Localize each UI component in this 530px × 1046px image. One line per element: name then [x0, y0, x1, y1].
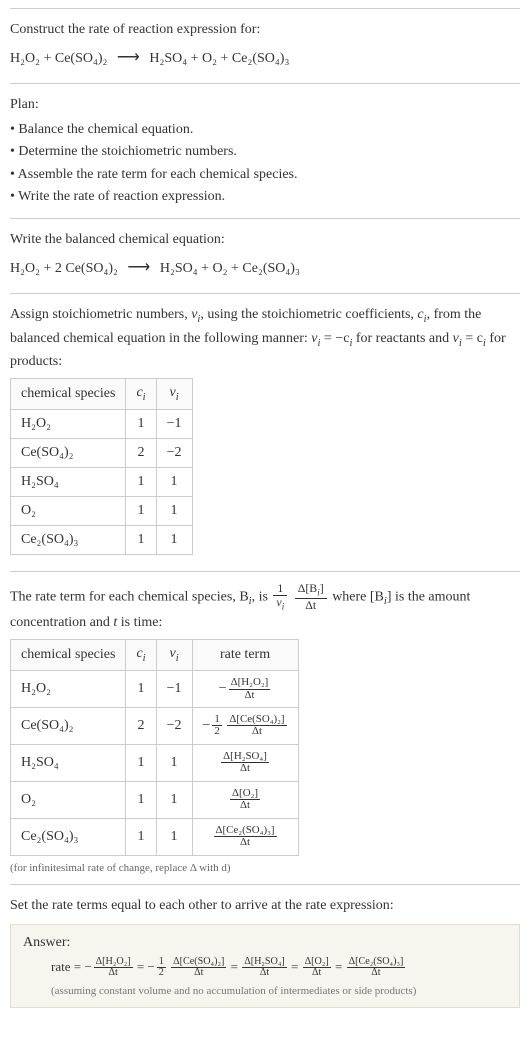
table-row: Ce(SO₄)₂2−2 [11, 439, 193, 468]
prompt-text: Construct the rate of reaction expressio… [10, 19, 520, 40]
fraction: 1 νi [273, 582, 287, 612]
fraction: Δ[H₂O₂]Δt [229, 677, 271, 701]
arrow-icon: ⟶ [117, 44, 140, 73]
table-row: H₂SO₄ 1 1 Δ[H₂SO₄]Δt [11, 744, 299, 781]
plan-item: • Balance the chemical equation. [10, 119, 520, 141]
col-nui: νi [156, 379, 192, 410]
col-species: chemical species [11, 379, 126, 410]
table-note: (for infinitesimal rate of change, repla… [10, 862, 520, 874]
table-row: Ce₂(SO₄)₃11 [11, 526, 193, 555]
stoich-text: Assign stoichiometric numbers, νi, using… [10, 304, 520, 372]
table-row: O₂ 1 1 Δ[O₂]Δt [11, 781, 299, 818]
col-nui: νi [156, 640, 192, 671]
table-row: Ce(SO₄)₂ 2 −2 −12 Δ[Ce(SO₄)₂]Δt [11, 708, 299, 745]
fraction: Δ[Ce₂(SO₄)₃]Δt [214, 825, 277, 849]
balanced-rhs: H₂SO₄ + O₂ + Ce₂(SO₄)₃ [160, 261, 300, 276]
rate-term-text: The rate term for each chemical species,… [10, 582, 520, 633]
col-ci: ci [126, 640, 156, 671]
final-text: Set the rate terms equal to each other t… [10, 895, 520, 916]
table-row: H₂SO₄11 [11, 468, 193, 497]
unbalanced-equation: H₂O₂ + Ce(SO₄)₂ ⟶ H₂SO₄ + O₂ + Ce₂(SO₄)₃ [10, 44, 520, 73]
fraction: Δ[H₂SO₄]Δt [221, 751, 269, 775]
rate-term-table: chemical species ci νi rate term H₂O₂ 1 … [10, 639, 299, 855]
fraction: Δ[Ce(SO₄)₂]Δt [171, 957, 226, 979]
fraction: 12 [157, 957, 166, 979]
fraction: Δ[Ce₂(SO₄)₃]Δt [347, 957, 406, 979]
rate-term-section: The rate term for each chemical species,… [10, 571, 520, 884]
balanced-section: Write the balanced chemical equation: H₂… [10, 218, 520, 293]
col-ci: ci [126, 379, 156, 410]
fraction: Δ[H₂O₂]Δt [94, 957, 133, 979]
balanced-heading: Write the balanced chemical equation: [10, 229, 520, 250]
answer-label: Answer: [23, 935, 507, 951]
plan-item: • Write the rate of reaction expression. [10, 186, 520, 208]
col-rate-term: rate term [192, 640, 298, 671]
table-row: H₂O₂1−1 [11, 410, 193, 439]
fraction: 12 [212, 714, 221, 738]
eq-rhs: H₂SO₄ + O₂ + Ce₂(SO₄)₃ [149, 51, 289, 66]
table-header-row: chemical species ci νi rate term [11, 640, 299, 671]
col-species: chemical species [11, 640, 126, 671]
eq-lhs: H₂O₂ + Ce(SO₄)₂ [10, 51, 107, 66]
rate-expression: rate = −Δ[H₂O₂]Δt = −12 Δ[Ce(SO₄)₂]Δt = … [23, 957, 507, 979]
plan-list: • Balance the chemical equation. • Deter… [10, 119, 520, 209]
final-section: Set the rate terms equal to each other t… [10, 884, 520, 1018]
plan-item: • Assemble the rate term for each chemic… [10, 164, 520, 186]
fraction: Δ[O₂]Δt [230, 788, 260, 812]
plan-heading: Plan: [10, 94, 520, 115]
fraction: Δ[H₂SO₄]Δt [242, 957, 287, 979]
table-row: O₂11 [11, 497, 193, 526]
balanced-equation: H₂O₂ + 2 Ce(SO₄)₂ ⟶ H₂SO₄ + O₂ + Ce₂(SO₄… [10, 254, 520, 283]
table-row: H₂O₂ 1 −1 −Δ[H₂O₂]Δt [11, 671, 299, 708]
fraction: Δ[Ce(SO₄)₂]Δt [227, 714, 286, 738]
stoich-table: chemical species ci νi H₂O₂1−1 Ce(SO₄)₂2… [10, 378, 193, 555]
stoich-section: Assign stoichiometric numbers, νi, using… [10, 293, 520, 571]
arrow-icon: ⟶ [127, 254, 150, 283]
plan-section: Plan: • Balance the chemical equation. •… [10, 83, 520, 219]
fraction: Δ[Bi] Δt [295, 582, 327, 612]
table-header-row: chemical species ci νi [11, 379, 193, 410]
table-row: Ce₂(SO₄)₃ 1 1 Δ[Ce₂(SO₄)₃]Δt [11, 818, 299, 855]
balanced-lhs: H₂O₂ + 2 Ce(SO₄)₂ [10, 261, 118, 276]
prompt-section: Construct the rate of reaction expressio… [10, 8, 520, 83]
answer-box: Answer: rate = −Δ[H₂O₂]Δt = −12 Δ[Ce(SO₄… [10, 924, 520, 1008]
plan-item: • Determine the stoichiometric numbers. [10, 141, 520, 163]
fraction: Δ[O₂]Δt [303, 957, 331, 979]
answer-note: (assuming constant volume and no accumul… [23, 985, 507, 997]
